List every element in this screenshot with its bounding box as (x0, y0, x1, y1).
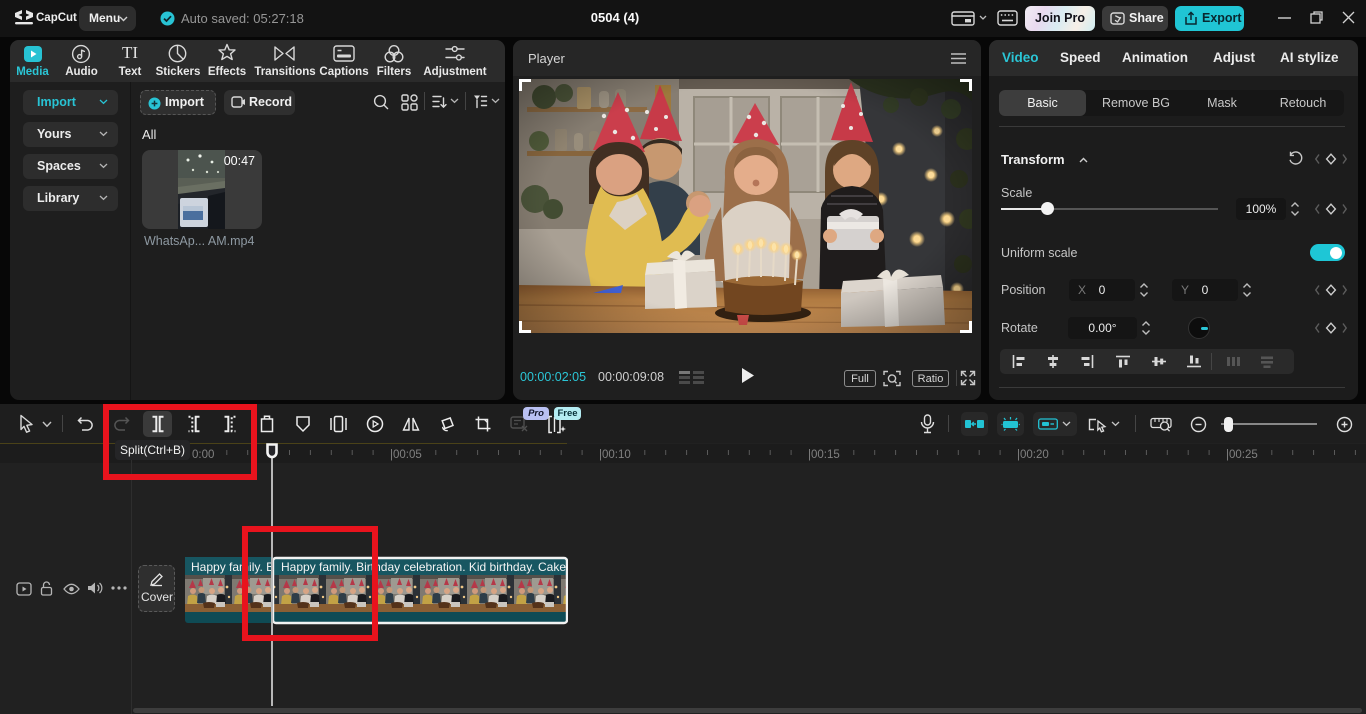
svg-text:|00:10: |00:10 (599, 449, 631, 461)
svg-text:|00:20: |00:20 (1017, 449, 1049, 461)
svg-text:|00:15: |00:15 (808, 449, 840, 461)
svg-text:|00:25: |00:25 (1226, 449, 1258, 461)
svg-text:|00:05: |00:05 (390, 449, 422, 461)
